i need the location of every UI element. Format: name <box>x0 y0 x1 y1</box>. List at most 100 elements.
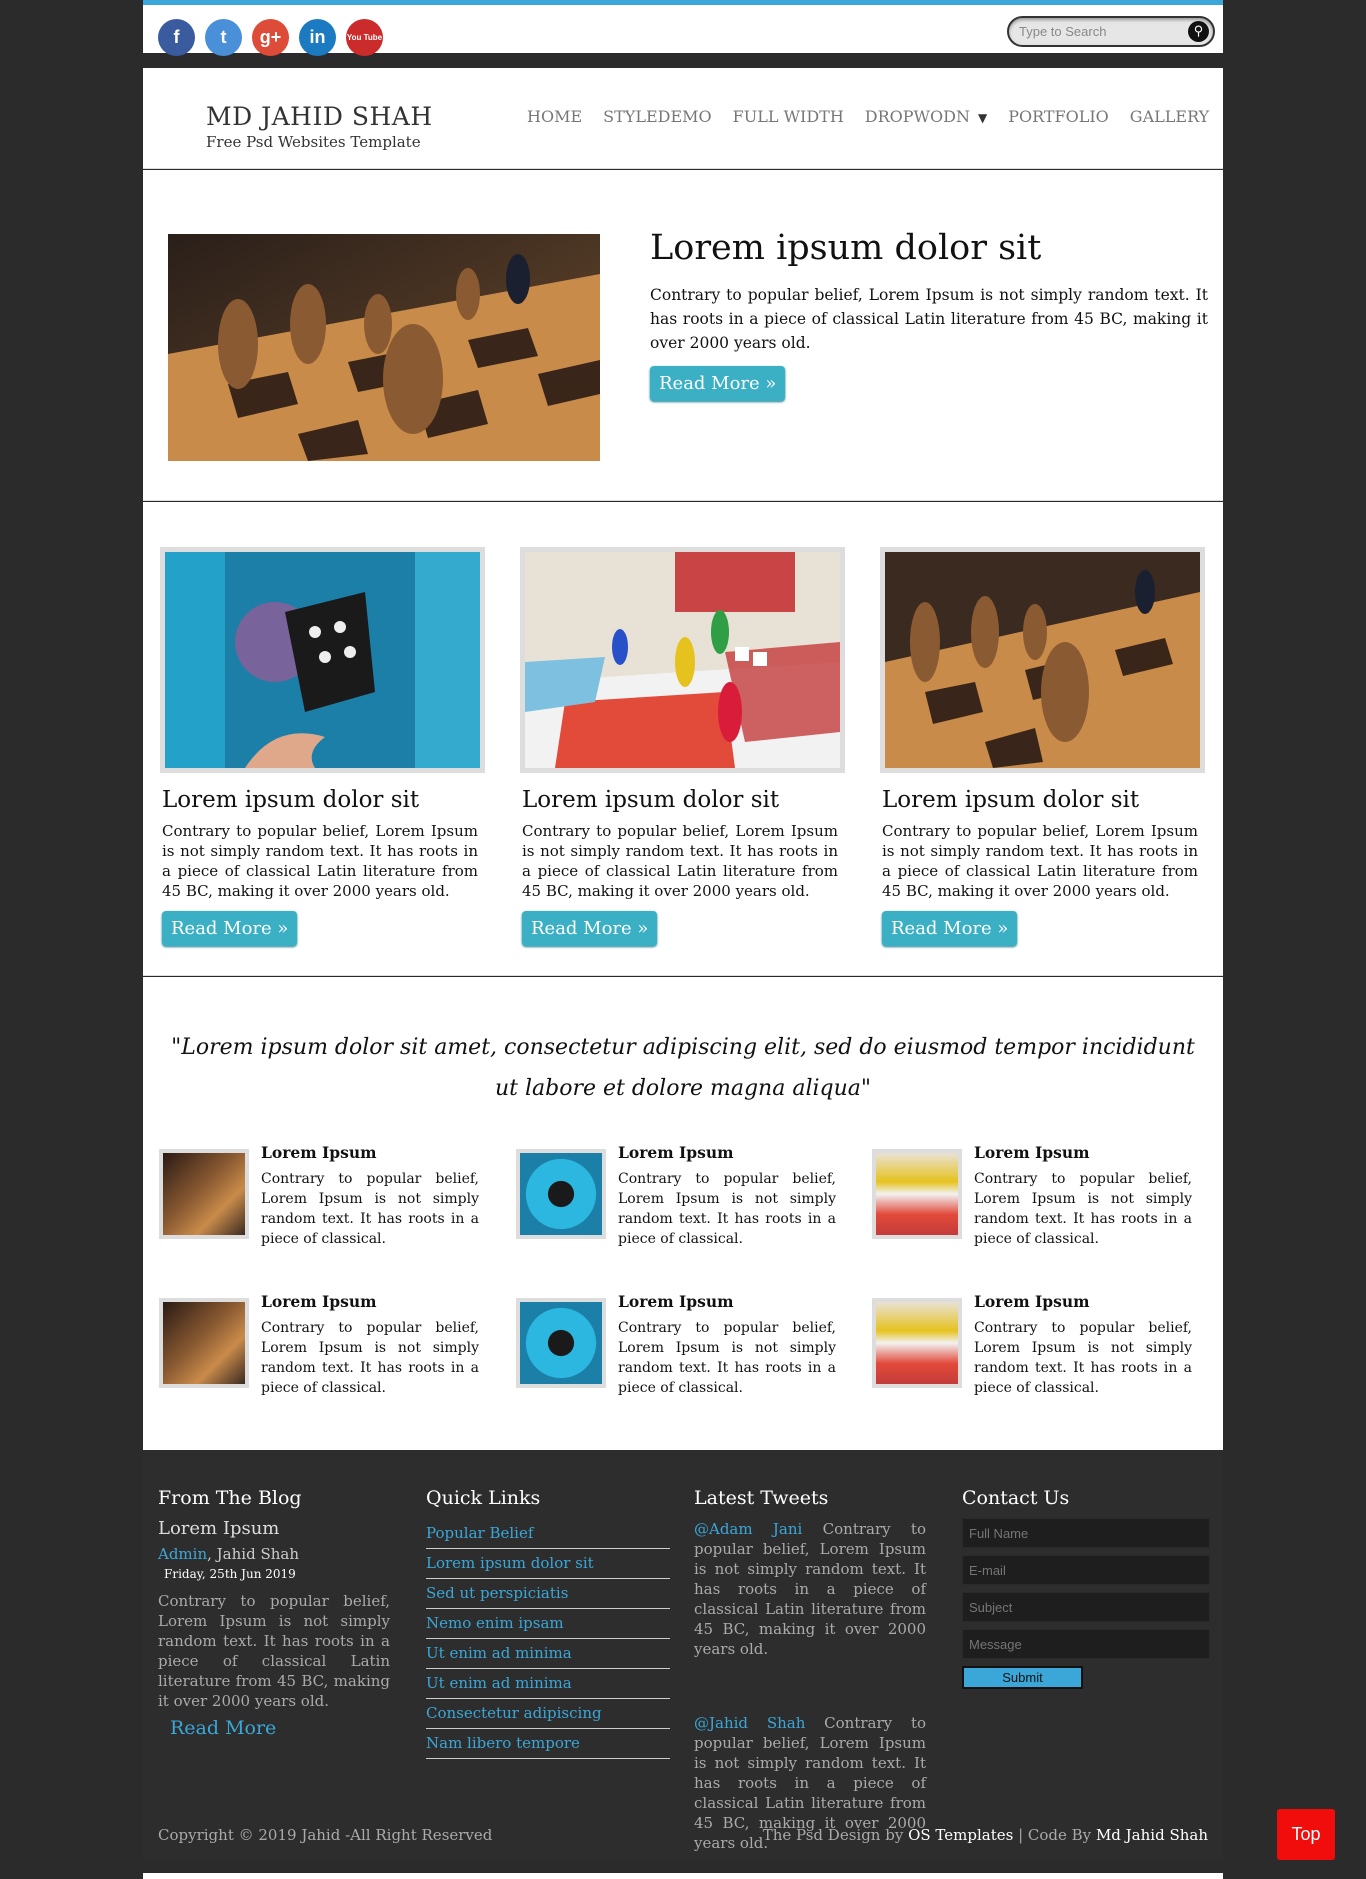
chess-image <box>168 234 600 461</box>
feature-title: Lorem ipsum dolor sit <box>882 787 1140 813</box>
submit-button[interactable]: Submit <box>962 1666 1083 1689</box>
site-footer: From The Blog Lorem Ipsum Admin, Jahid S… <box>143 1450 1223 1861</box>
tweet-handle[interactable]: @Adam Jani <box>694 1520 802 1538</box>
facebook-icon[interactable]: f <box>158 19 195 56</box>
quick-link[interactable]: Ut enim ad minima <box>426 1639 670 1669</box>
google-plus-icon[interactable]: g+ <box>252 19 289 56</box>
footer-contact: Contact Us Submit <box>962 1487 1210 1689</box>
nav-dropdown[interactable]: DROPWODN ▼ <box>865 107 987 126</box>
feature-text: Contrary to popular belief, Lorem Ipsum … <box>162 822 478 900</box>
full-name-field[interactable] <box>962 1518 1210 1548</box>
youtube-icon[interactable]: You Tube <box>346 19 383 56</box>
author-link[interactable]: Admin <box>158 1545 207 1563</box>
footer-quick-links: Quick Links Popular Belief Lorem ipsum d… <box>426 1487 670 1759</box>
credit-separator: | Code By <box>1013 1826 1096 1844</box>
feature-read-more-button[interactable]: Read More » <box>882 911 1018 946</box>
subject-field[interactable] <box>962 1592 1210 1622</box>
twitter-icon[interactable]: t <box>205 19 242 56</box>
quote-text: "Lorem ipsum dolor sit amet, consectetur… <box>171 1035 1195 1101</box>
list-item-title: Lorem Ipsum <box>618 1143 734 1162</box>
list-item: Lorem Ipsum Contrary to popular belief, … <box>159 1292 489 1412</box>
feature-text: Contrary to popular belief, Lorem Ipsum … <box>882 822 1198 900</box>
list-item-text: Contrary to popular belief, Lorem Ipsum … <box>974 1171 1192 1247</box>
ludo-thumbnail <box>872 1149 962 1239</box>
chess-thumbnail <box>159 1298 249 1388</box>
list-item-title: Lorem Ipsum <box>618 1292 734 1311</box>
footer-heading: Quick Links <box>426 1487 541 1509</box>
testimonial-section: "Lorem ipsum dolor sit amet, consectetur… <box>143 977 1223 1450</box>
list-item: Lorem Ipsum Contrary to popular belief, … <box>872 1143 1202 1263</box>
tweet: @Adam Jani Contrary to popular belief, L… <box>694 1519 926 1659</box>
quick-link[interactable]: Nam libero tempore <box>426 1729 670 1759</box>
feature-card: Lorem ipsum dolor sit Contrary to popula… <box>160 547 485 946</box>
list-item-text: Contrary to popular belief, Lorem Ipsum … <box>261 1171 479 1247</box>
list-item-title: Lorem Ipsum <box>261 1292 377 1311</box>
blog-author: Admin, Jahid Shah <box>158 1545 390 1563</box>
copyright-text: Copyright © 2019 Jahid -All Right Reserv… <box>158 1826 493 1844</box>
list-item: Lorem Ipsum Contrary to popular belief, … <box>516 1143 846 1263</box>
tweet-handle[interactable]: @Jahid Shah <box>694 1714 805 1732</box>
feature-read-more-button[interactable]: Read More » <box>162 911 298 946</box>
back-to-top-button[interactable]: Top <box>1277 1809 1335 1860</box>
hero-section: Lorem ipsum dolor sit Contrary to popula… <box>143 170 1223 501</box>
quick-link[interactable]: Ut enim ad minima <box>426 1669 670 1699</box>
author-credit-link[interactable]: Md Jahid Shah <box>1096 1826 1208 1844</box>
credit-prefix: The Psd Design by <box>762 1826 909 1844</box>
search-input[interactable]: Type to Search <box>1019 24 1106 39</box>
quick-link[interactable]: Popular Belief <box>426 1519 670 1549</box>
dice-thumbnail <box>516 1298 606 1388</box>
message-field[interactable] <box>962 1629 1210 1659</box>
caret-down-icon: ▼ <box>977 111 988 125</box>
feature-card: Lorem ipsum dolor sit Contrary to popula… <box>880 547 1205 946</box>
nav-portfolio[interactable]: PORTFOLIO <box>1008 107 1109 126</box>
blog-post-title[interactable]: Lorem Ipsum <box>158 1518 390 1539</box>
features-section: Lorem ipsum dolor sit Contrary to popula… <box>143 502 1223 976</box>
list-item-text: Contrary to popular belief, Lorem Ipsum … <box>618 1171 836 1247</box>
list-item-title: Lorem Ipsum <box>974 1292 1090 1311</box>
author-name: , Jahid Shah <box>207 1545 299 1563</box>
tweet-text: Contrary to popular belief, Lorem Ipsum … <box>694 1520 926 1658</box>
quick-links-list: Popular Belief Lorem ipsum dolor sit Sed… <box>426 1519 670 1759</box>
list-item-text: Contrary to popular belief, Lorem Ipsum … <box>261 1320 479 1396</box>
hero-title: Lorem ipsum dolor sit <box>650 228 1042 268</box>
hero-read-more-button[interactable]: Read More » <box>650 366 786 401</box>
feature-text: Contrary to popular belief, Lorem Ipsum … <box>522 822 838 900</box>
ludo-thumbnail <box>872 1298 962 1388</box>
chess-thumbnail <box>159 1149 249 1239</box>
feature-title: Lorem ipsum dolor sit <box>522 787 780 813</box>
footer-heading: From The Blog <box>158 1487 302 1509</box>
search-icon[interactable]: ⚲ <box>1188 21 1209 42</box>
nav-full-width[interactable]: FULL WIDTH <box>733 107 844 126</box>
quick-link[interactable]: Nemo enim ipsam <box>426 1609 670 1639</box>
ludo-image <box>520 547 845 773</box>
list-item-title: Lorem Ipsum <box>261 1143 377 1162</box>
quick-link[interactable]: Consectetur adipiscing <box>426 1699 670 1729</box>
quick-link[interactable]: Sed ut perspiciatis <box>426 1579 670 1609</box>
email-field[interactable] <box>962 1555 1210 1585</box>
credit-text: The Psd Design by OS Templates | Code By… <box>763 1826 1208 1844</box>
nav-styledemo[interactable]: STYLEDEMO <box>603 107 712 126</box>
site-header: MD JAHID SHAH Free Psd Websites Template… <box>143 68 1223 169</box>
list-item-title: Lorem Ipsum <box>974 1143 1090 1162</box>
site-subtitle: Free Psd Websites Template <box>206 133 421 151</box>
bottom-divider <box>143 1873 1223 1879</box>
nav-gallery[interactable]: GALLERY <box>1130 107 1209 126</box>
list-item-text: Contrary to popular belief, Lorem Ipsum … <box>618 1320 836 1396</box>
top-bar: f t g+ in You Tube Type to Search ⚲ <box>143 0 1223 61</box>
blog-read-more-link[interactable]: Read More <box>170 1717 390 1739</box>
os-templates-link[interactable]: OS Templates <box>908 1826 1013 1844</box>
list-item: Lorem Ipsum Contrary to popular belief, … <box>516 1292 846 1412</box>
feature-read-more-button[interactable]: Read More » <box>522 911 658 946</box>
list-item-text: Contrary to popular belief, Lorem Ipsum … <box>974 1320 1192 1396</box>
main-nav: HOME STYLEDEMO FULL WIDTH DROPWODN ▼ PORT… <box>527 107 1209 126</box>
feature-title: Lorem ipsum dolor sit <box>162 787 420 813</box>
site-title[interactable]: MD JAHID SHAH <box>206 102 433 131</box>
nav-home[interactable]: HOME <box>527 107 582 126</box>
quick-link[interactable]: Lorem ipsum dolor sit <box>426 1549 670 1579</box>
list-item: Lorem Ipsum Contrary to popular belief, … <box>159 1143 489 1263</box>
linkedin-icon[interactable]: in <box>299 19 336 56</box>
feature-card: Lorem ipsum dolor sit Contrary to popula… <box>520 547 845 946</box>
footer-heading: Contact Us <box>962 1487 1070 1509</box>
search-box[interactable]: Type to Search ⚲ <box>1007 16 1215 47</box>
footer-tweets: Latest Tweets @Adam Jani Contrary to pop… <box>694 1487 926 1853</box>
